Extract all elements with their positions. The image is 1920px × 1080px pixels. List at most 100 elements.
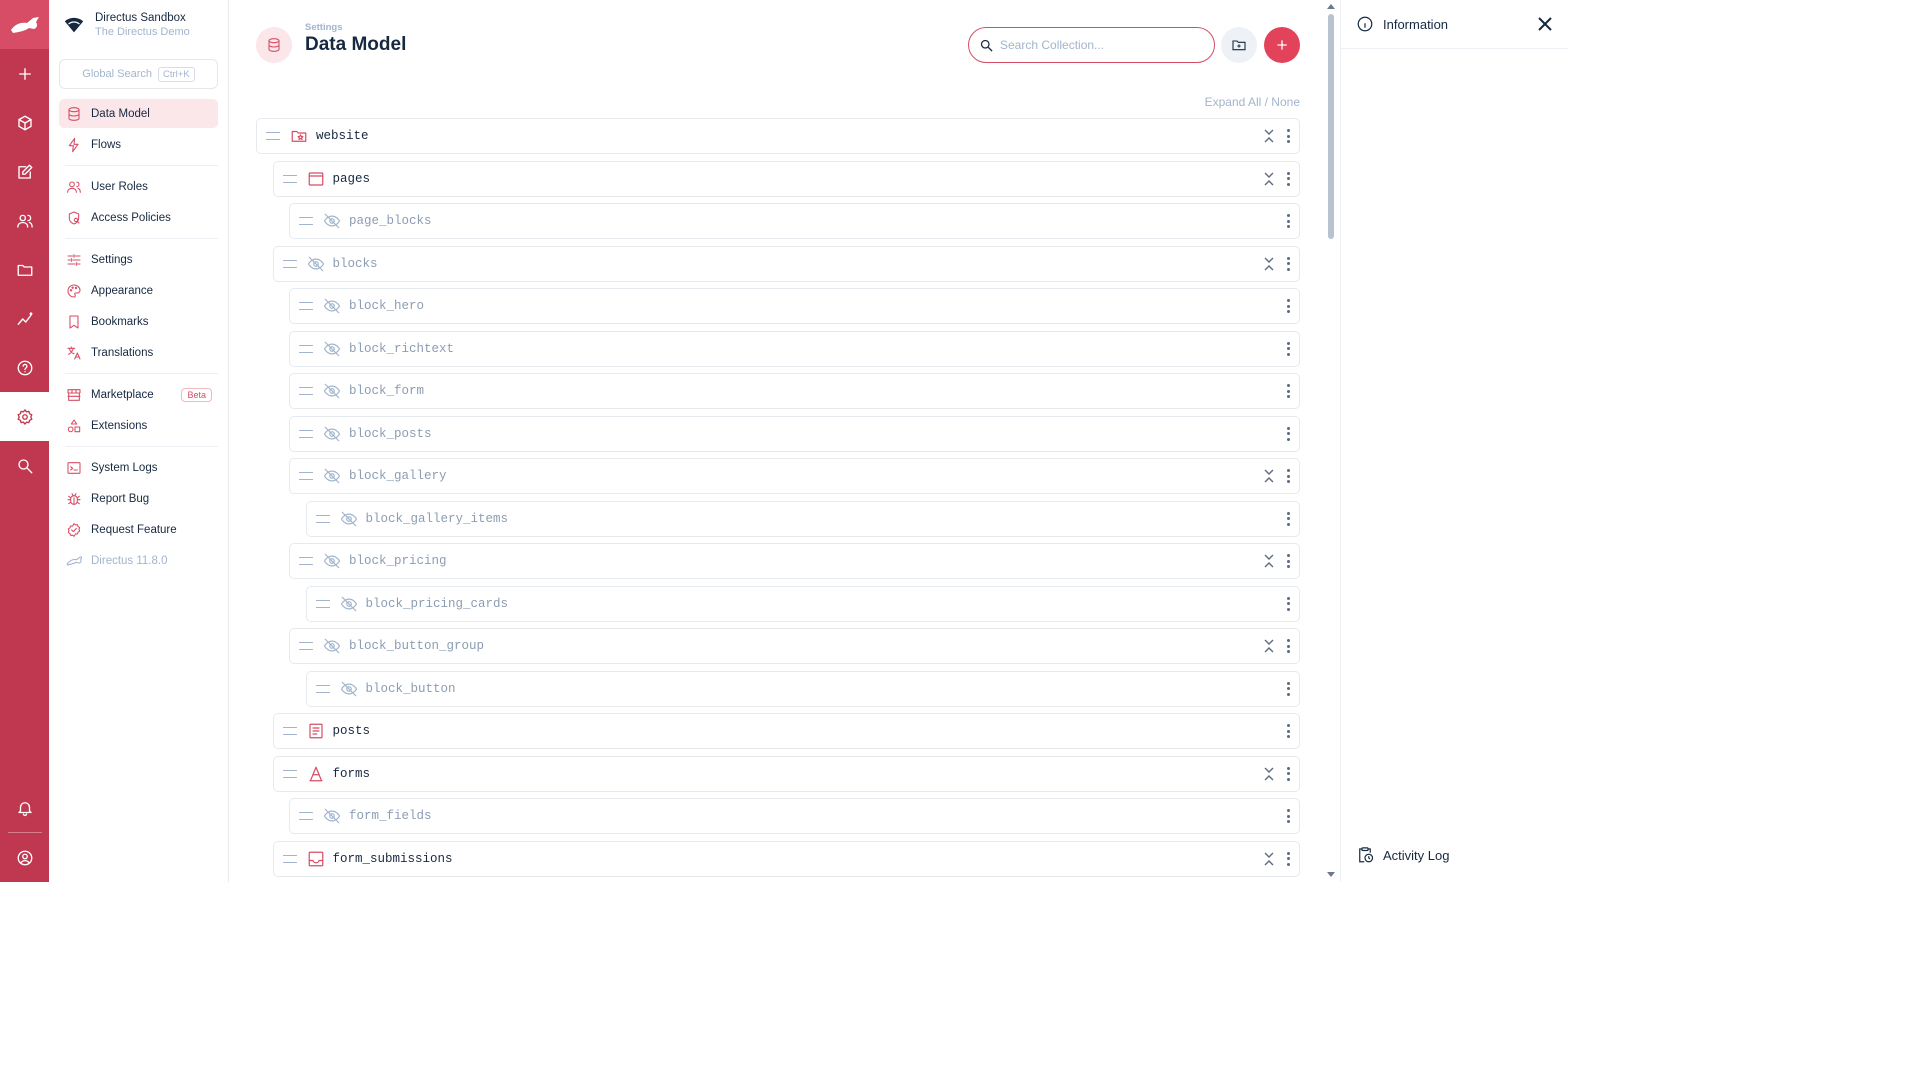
nav-item-user-roles[interactable]: User Roles	[59, 172, 218, 201]
drag-handle-icon[interactable]	[299, 387, 313, 395]
collection-row-block-hero[interactable]: block_hero	[289, 288, 1300, 324]
collection-row-block-pricing[interactable]: block_pricing	[289, 543, 1300, 579]
create-collection-button[interactable]	[1264, 27, 1300, 63]
more-options-icon[interactable]	[1287, 681, 1291, 696]
more-options-icon[interactable]	[1287, 639, 1291, 653]
drag-handle-icon[interactable]	[299, 344, 313, 353]
drag-handle-icon[interactable]	[299, 812, 313, 820]
drag-handle-icon[interactable]	[315, 684, 330, 693]
create-item-icon[interactable]	[0, 49, 49, 98]
collection-row-block-gallery-items[interactable]: block_gallery_items	[305, 500, 1300, 537]
content-module-icon[interactable]	[0, 98, 49, 147]
more-options-icon[interactable]	[1287, 596, 1291, 611]
collection-row-block-button[interactable]: block_button	[305, 670, 1300, 707]
drag-handle-icon[interactable]	[282, 727, 297, 735]
insights-icon[interactable]	[0, 294, 49, 343]
drag-handle-icon[interactable]	[282, 259, 297, 268]
collapse-icon[interactable]	[1263, 639, 1275, 653]
collection-row-posts[interactable]: posts	[272, 713, 1300, 749]
drag-handle-icon[interactable]	[282, 854, 297, 863]
visual-editor-icon[interactable]	[0, 147, 49, 196]
collection-row-block-form[interactable]: block_form	[289, 373, 1300, 409]
scrollbar[interactable]	[1324, 0, 1340, 882]
directus-logo[interactable]	[0, 0, 49, 49]
settings-module-icon[interactable]	[0, 392, 49, 441]
nav-item-report-bug[interactable]: Report Bug	[59, 484, 218, 513]
collection-row-block-posts[interactable]: block_posts	[289, 415, 1300, 452]
more-options-icon[interactable]	[1287, 171, 1291, 186]
collection-row-blocks[interactable]: blocks	[272, 245, 1300, 282]
drag-handle-icon[interactable]	[282, 769, 297, 778]
collection-row-forms[interactable]: forms	[272, 755, 1300, 792]
more-options-icon[interactable]	[1287, 256, 1291, 271]
collection-row-page-blocks[interactable]: page_blocks	[289, 203, 1300, 239]
more-options-icon[interactable]	[1287, 341, 1291, 356]
search-collection-field[interactable]	[968, 27, 1215, 63]
more-options-icon[interactable]	[1287, 384, 1291, 398]
collection-row-block-pricing-cards[interactable]: block_pricing_cards	[305, 585, 1300, 622]
nav-item-appearance[interactable]: Appearance	[59, 276, 218, 305]
nav-item-access-policies[interactable]: Access Policies	[59, 203, 218, 232]
nav-item-settings[interactable]: Settings	[59, 245, 218, 274]
collection-row-website[interactable]: website	[256, 118, 1300, 154]
drag-handle-icon[interactable]	[299, 429, 313, 438]
nav-item-directus-11-8-0[interactable]: Directus 11.8.0	[59, 546, 218, 575]
close-sidebar-icon[interactable]	[1538, 17, 1552, 31]
nav-item-data-model[interactable]: Data Model	[59, 99, 218, 128]
user-account-icon[interactable]	[0, 833, 49, 882]
scroll-down-arrow[interactable]	[1327, 872, 1335, 877]
expand-all-none-toggle[interactable]: Expand All / None	[1205, 95, 1300, 109]
scroll-thumb[interactable]	[1328, 14, 1334, 239]
collapse-icon[interactable]	[1263, 129, 1275, 143]
collapse-icon[interactable]	[1263, 852, 1275, 866]
drag-handle-icon[interactable]	[299, 217, 313, 225]
drag-handle-icon[interactable]	[299, 472, 313, 480]
nav-item-bookmarks[interactable]: Bookmarks	[59, 307, 218, 336]
project-switcher[interactable]: Directus Sandbox The Directus Demo	[49, 0, 228, 49]
collapse-icon[interactable]	[1263, 554, 1275, 568]
collection-row-form-submissions[interactable]: form_submissions	[272, 840, 1300, 877]
collapse-icon[interactable]	[1263, 257, 1275, 271]
collapse-icon[interactable]	[1263, 469, 1275, 483]
collection-row-block-richtext[interactable]: block_richtext	[289, 330, 1300, 367]
more-options-icon[interactable]	[1287, 214, 1291, 228]
more-options-icon[interactable]	[1287, 809, 1291, 823]
drag-handle-icon[interactable]	[315, 599, 330, 608]
drag-handle-icon[interactable]	[299, 642, 313, 650]
create-folder-button[interactable]	[1221, 27, 1257, 63]
collapse-icon[interactable]	[1263, 767, 1275, 781]
collection-row-form-fields[interactable]: form_fields	[289, 798, 1300, 834]
collection-row-block-button-group[interactable]: block_button_group	[289, 628, 1300, 664]
more-options-icon[interactable]	[1287, 299, 1291, 313]
collection-row-pages[interactable]: pages	[272, 160, 1300, 197]
file-library-icon[interactable]	[0, 245, 49, 294]
breadcrumb[interactable]: Settings	[305, 22, 342, 33]
notifications-bell-icon[interactable]	[0, 783, 49, 832]
drag-handle-icon[interactable]	[315, 514, 330, 523]
global-search-button[interactable]: Global Search Ctrl+K	[59, 59, 218, 89]
more-options-icon[interactable]	[1287, 766, 1291, 781]
more-options-icon[interactable]	[1287, 426, 1291, 441]
nav-item-marketplace[interactable]: Marketplace Beta	[59, 380, 218, 409]
more-options-icon[interactable]	[1287, 129, 1291, 143]
drag-handle-icon[interactable]	[282, 174, 297, 183]
collection-row-block-gallery[interactable]: block_gallery	[289, 458, 1300, 494]
information-section-header[interactable]: Information	[1341, 0, 1568, 49]
activity-log-button[interactable]: Activity Log	[1356, 846, 1449, 864]
more-options-icon[interactable]	[1287, 554, 1291, 568]
search-collection-input[interactable]	[1000, 38, 1190, 52]
search-module-icon[interactable]	[0, 441, 49, 490]
nav-item-translations[interactable]: Translations	[59, 338, 218, 367]
nav-item-system-logs[interactable]: System Logs	[59, 453, 218, 482]
more-options-icon[interactable]	[1287, 469, 1291, 483]
nav-item-request-feature[interactable]: Request Feature	[59, 515, 218, 544]
help-icon[interactable]	[0, 343, 49, 392]
scroll-up-arrow[interactable]	[1327, 4, 1335, 9]
more-options-icon[interactable]	[1287, 511, 1291, 526]
user-directory-icon[interactable]	[0, 196, 49, 245]
more-options-icon[interactable]	[1287, 851, 1291, 866]
nav-item-flows[interactable]: Flows	[59, 130, 218, 159]
more-options-icon[interactable]	[1287, 724, 1291, 738]
drag-handle-icon[interactable]	[299, 557, 313, 565]
nav-item-extensions[interactable]: Extensions	[59, 411, 218, 440]
